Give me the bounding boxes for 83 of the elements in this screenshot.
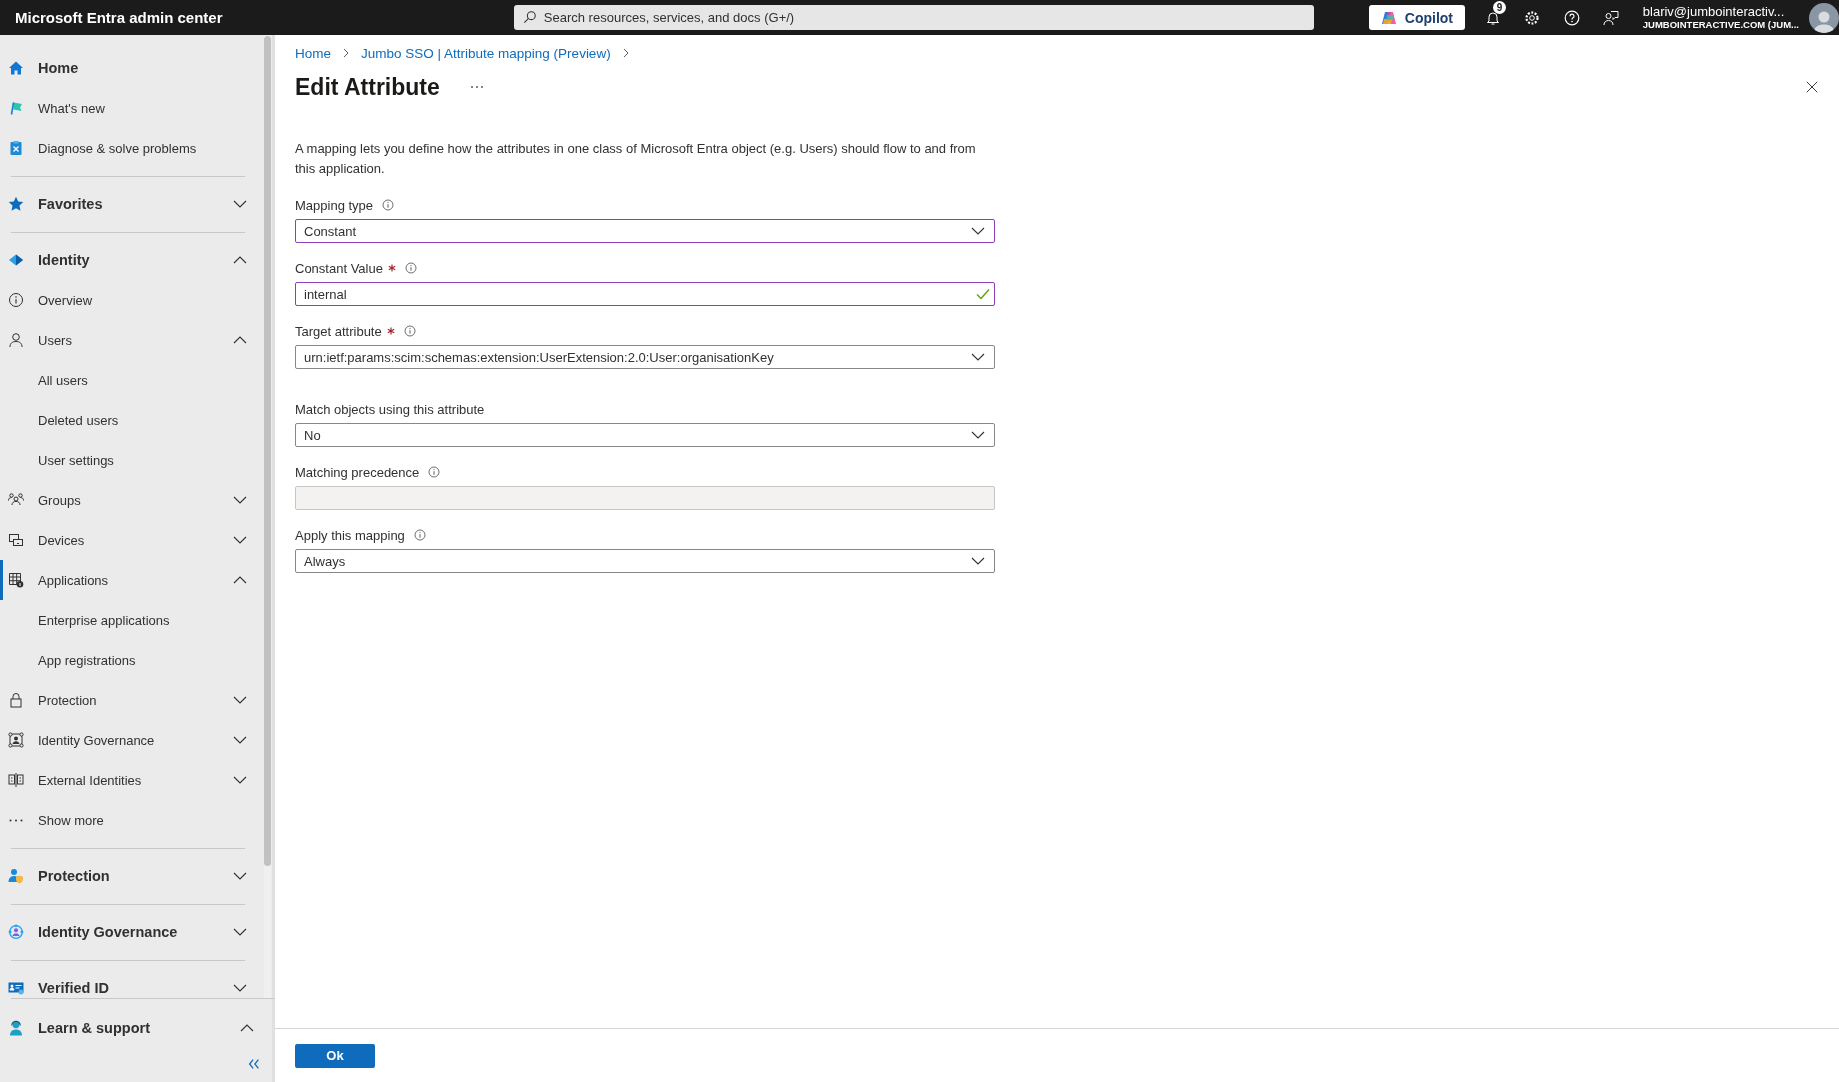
nav-item[interactable]: Enterprise applications: [0, 600, 263, 640]
nav-item[interactable]: App registrations: [0, 640, 263, 680]
home-icon: [8, 60, 24, 76]
close-icon[interactable]: [1805, 80, 1819, 94]
dropdown[interactable]: No: [295, 423, 995, 447]
required-icon: [387, 264, 396, 272]
nav-item[interactable]: Show more: [0, 800, 263, 840]
account-email[interactable]: blariv@jumbointeractiv...: [1642, 4, 1799, 20]
lock-icon: [8, 692, 24, 708]
nav-item[interactable]: Diagnose & solve problems: [0, 128, 263, 168]
chevron-right-icon: [341, 48, 351, 58]
person-shield-icon: [8, 868, 24, 884]
ok-button[interactable]: Ok: [295, 1043, 375, 1068]
breadcrumb-link[interactable]: Home: [295, 45, 331, 61]
nav-section[interactable]: Identity Governance: [0, 912, 263, 952]
nav-item[interactable]: All users: [0, 360, 263, 400]
support-person-icon: [8, 1020, 24, 1036]
nav-section[interactable]: Home: [0, 48, 263, 88]
description-text: A mapping lets you define how the attributes in one class of Microsoft Entra object (e.g. Users) should flow to and from this application.: [295, 140, 977, 178]
required-icon: [386, 327, 395, 335]
help-icon: [1563, 9, 1580, 26]
nav-section[interactable]: Verified ID: [0, 968, 263, 998]
check-icon: [976, 287, 990, 301]
nav-section[interactable]: Protection: [0, 856, 263, 896]
account-tenant: JUMBOINTERACTIVE.COM (JUM...: [1642, 19, 1799, 31]
notifications-button[interactable]: 9: [1473, 0, 1513, 35]
search-field[interactable]: Search resources, services, and docs (G+/): [513, 5, 1314, 30]
breadcrumb-link[interactable]: Jumbo SSO | Attribute mapping (Preview): [361, 45, 611, 61]
avatar-icon[interactable]: [1809, 2, 1839, 33]
collapse-icon[interactable]: [247, 1057, 261, 1071]
nav-section[interactable]: Identity: [0, 240, 263, 280]
person-circle-icon: [8, 924, 24, 940]
field-label: Match objects using this attribute: [295, 401, 485, 417]
dropdown[interactable]: urn:ietf:params:scim:schemas:extension:UserExtension:2.0:User:organisationKey: [295, 345, 995, 369]
diamond-icon: [8, 252, 24, 268]
info-icon: [428, 466, 441, 478]
flag-icon: [8, 100, 24, 116]
star-icon: [8, 196, 24, 212]
more-icon[interactable]: [469, 83, 484, 91]
person-frame-icon: [8, 732, 24, 748]
grid-icon: [8, 572, 24, 588]
external-icon: [8, 772, 24, 788]
scrollbar-thumb[interactable]: [264, 36, 271, 866]
devices-icon: [8, 532, 24, 548]
notification-count: 9: [1493, 1, 1507, 14]
info-icon: [404, 262, 417, 274]
info-icon: [8, 292, 24, 308]
nav-item[interactable]: Protection: [0, 680, 263, 720]
id-card-icon: [8, 980, 24, 996]
nav-item[interactable]: Users: [0, 320, 263, 360]
nav-item[interactable]: Deleted users: [0, 400, 263, 440]
copilot-icon: [1380, 9, 1397, 26]
info-icon: [382, 199, 395, 211]
info-icon: [403, 325, 416, 337]
info-icon: [413, 529, 426, 541]
text-field[interactable]: internal: [295, 282, 995, 306]
nav-section[interactable]: Favorites: [0, 184, 263, 224]
clipboard-icon: [8, 140, 24, 156]
field-label: Apply this mapping: [295, 527, 405, 543]
nav-item[interactable]: Overview: [0, 280, 263, 320]
dropdown[interactable]: Constant: [295, 219, 995, 243]
page-title: Edit Attribute: [295, 73, 440, 101]
nav-item[interactable]: Devices: [0, 520, 263, 560]
field-label: Constant Value: [295, 260, 383, 276]
field-label: Target attribute: [295, 323, 382, 339]
nav-item[interactable]: What's new: [0, 88, 263, 128]
bell-icon: [1484, 9, 1501, 26]
feedback-icon: [1603, 9, 1620, 26]
settings-icon: [1524, 9, 1541, 26]
nav-item[interactable]: Applications: [0, 560, 263, 600]
field-label: Matching precedence: [295, 464, 420, 480]
nav-item[interactable]: Groups: [0, 480, 263, 520]
person-icon: [8, 332, 24, 348]
nav-item[interactable]: User settings: [0, 440, 263, 480]
ellipsis-icon: [9, 818, 23, 822]
field-label: Mapping type: [295, 197, 374, 213]
nav-item[interactable]: Identity Governance: [0, 720, 263, 760]
people-icon: [8, 492, 24, 508]
copilot-button[interactable]: Copilot: [1368, 5, 1466, 30]
nav-item[interactable]: External Identities: [0, 760, 263, 800]
nav-section[interactable]: Learn & support: [11, 1008, 275, 1048]
app-title: Microsoft Entra admin center: [15, 9, 224, 26]
dropdown[interactable]: Always: [295, 549, 995, 573]
